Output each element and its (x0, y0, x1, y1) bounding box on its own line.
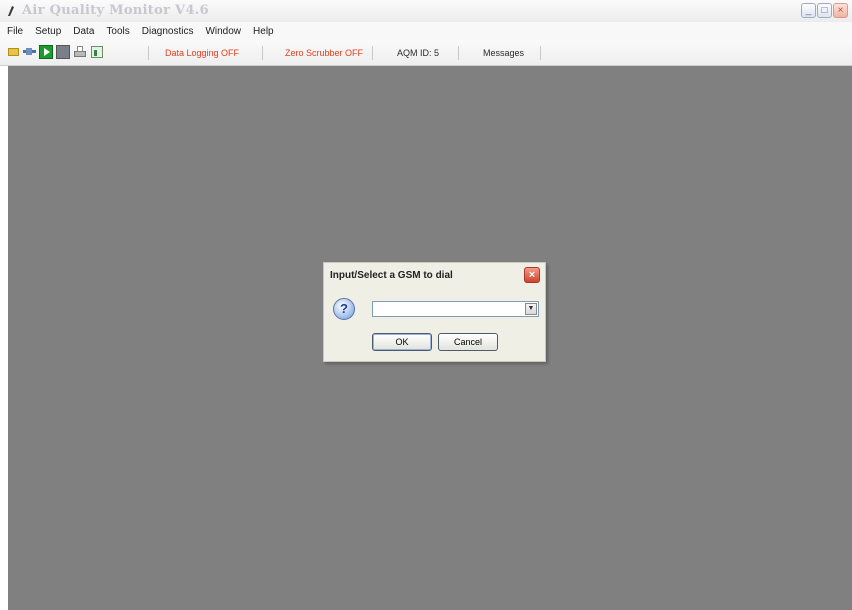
title-bar: Air Quality Monitor V4.6 _ □ × (0, 0, 852, 22)
cancel-button[interactable]: Cancel (438, 333, 498, 351)
toolbar: Data Logging OFF Zero Scrubber OFF AQM I… (0, 40, 852, 66)
aqm-id-status: AQM ID: 5 (397, 48, 440, 58)
dial-gsm-dialog: Input/Select a GSM to dial × ? ▼ OK Canc… (323, 262, 546, 362)
stop-icon[interactable] (56, 45, 70, 59)
menu-tools[interactable]: Tools (99, 26, 134, 37)
connect-icon[interactable] (23, 45, 37, 59)
window-title: Air Quality Monitor V4.6 (22, 3, 209, 18)
toolbar-separator (148, 46, 149, 60)
chevron-down-icon[interactable]: ▼ (525, 303, 537, 315)
maximize-button[interactable]: □ (817, 3, 832, 18)
ok-button[interactable]: OK (372, 333, 432, 351)
menu-file[interactable]: File (0, 26, 28, 37)
menu-data[interactable]: Data (66, 26, 99, 37)
menu-setup[interactable]: Setup (28, 26, 66, 37)
menu-help[interactable]: Help (246, 26, 279, 37)
close-window-button[interactable]: × (833, 3, 848, 18)
start-icon[interactable] (39, 45, 53, 59)
minimize-button[interactable]: _ (801, 3, 816, 18)
dialog-close-button[interactable]: × (524, 267, 540, 283)
print-icon[interactable] (73, 45, 87, 59)
open-icon[interactable] (7, 45, 21, 59)
messages-label[interactable]: Messages (483, 48, 524, 58)
zero-scrubber-status: Zero Scrubber OFF (285, 48, 364, 58)
toolbar-separator (540, 46, 541, 60)
window-controls: _ □ × (801, 3, 848, 18)
question-icon: ? (333, 298, 355, 320)
toolbar-separator (262, 46, 263, 60)
toolbar-separator (458, 46, 459, 60)
data-logging-status: Data Logging OFF (165, 48, 240, 58)
dialog-title: Input/Select a GSM to dial (330, 270, 453, 281)
app-icon (8, 6, 14, 16)
toolbar-separator (372, 46, 373, 60)
menu-bar: File Setup Data Tools Diagnostics Window… (0, 22, 852, 40)
chart-icon[interactable] (90, 45, 104, 59)
menu-window[interactable]: Window (198, 26, 246, 37)
gsm-combobox[interactable]: ▼ (372, 301, 539, 317)
menu-diagnostics[interactable]: Diagnostics (135, 26, 199, 37)
